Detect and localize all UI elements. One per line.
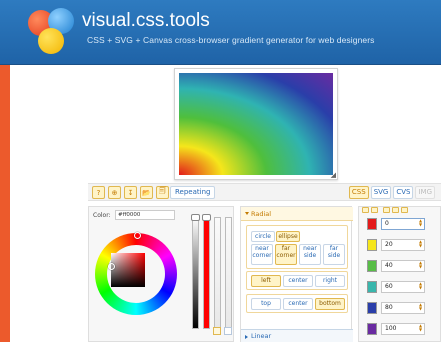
- color-picker-panel: Color: #ff0000: [88, 206, 234, 342]
- size-near-side[interactable]: near side: [299, 244, 321, 265]
- shape-ellipse[interactable]: ellipse: [276, 231, 300, 242]
- size-far-corner-line2: corner: [276, 252, 296, 259]
- size-near-corner[interactable]: near corner: [251, 244, 273, 265]
- stops-toolbar: [362, 207, 408, 213]
- vertical-position-group: top center bottom: [246, 294, 348, 313]
- size-far-side-line1: far: [329, 245, 339, 252]
- stops-remove-icon[interactable]: [371, 207, 378, 213]
- stops-tool3-icon[interactable]: [401, 207, 408, 213]
- stops-tool2-icon[interactable]: [392, 207, 399, 213]
- position-center-v[interactable]: center: [283, 298, 313, 310]
- position-right[interactable]: right: [315, 275, 345, 287]
- size-far-side[interactable]: far side: [323, 244, 345, 265]
- gradient-preview: [179, 73, 333, 175]
- color-hex-input[interactable]: #ff0000: [115, 210, 175, 220]
- hue-slider[interactable]: [203, 217, 210, 329]
- size-near-side-line1: near: [303, 245, 317, 252]
- stop-swatch[interactable]: [367, 302, 377, 314]
- expand-right-icon: [245, 335, 248, 339]
- logo: [28, 8, 76, 56]
- stop-position-slider[interactable]: [225, 217, 232, 329]
- stop-swatch[interactable]: [367, 260, 377, 272]
- lightness-handle[interactable]: [191, 214, 200, 221]
- new-button[interactable]: ⊕: [108, 186, 121, 199]
- radial-section-header[interactable]: Radial: [241, 207, 353, 221]
- linear-section-header[interactable]: Linear: [241, 329, 353, 342]
- gradient-type-panel: Radial circle ellipse near corner far co…: [240, 206, 353, 342]
- position-bottom[interactable]: bottom: [315, 298, 345, 310]
- open-button[interactable]: 📂: [140, 186, 153, 199]
- size-near-corner-line2: corner: [252, 252, 272, 259]
- stops-tool1-icon[interactable]: [383, 207, 390, 213]
- hue-wheel[interactable]: [95, 232, 177, 315]
- tab-cvs[interactable]: CVS: [393, 186, 414, 199]
- copy-button[interactable]: 🗐: [156, 186, 169, 199]
- site-title[interactable]: visual.css.tools: [82, 10, 210, 32]
- editor-toolbar: ? ⊕ ↧ 📂 🗐 Repeating CSS SVG CVS IMG: [88, 183, 441, 201]
- color-stops-panel: 0 ▲▼ 20 ▲▼ 40 ▲▼ 60 ▲▼ 80 ▲▼ 100 ▲▼: [358, 206, 441, 342]
- radial-title: Radial: [251, 210, 272, 218]
- shape-size-group: circle ellipse near corner far corner ne…: [246, 225, 348, 269]
- size-near-corner-line1: near: [255, 245, 269, 252]
- repeating-toggle[interactable]: Repeating: [170, 186, 216, 199]
- lightness-slider[interactable]: [192, 217, 199, 329]
- saturation-marker[interactable]: [108, 263, 115, 270]
- output-tabs: CSS SVG CVS IMG: [348, 186, 435, 199]
- opacity-toggle[interactable]: [213, 327, 221, 335]
- site-tagline: CSS + SVG + Canvas cross-browser gradien…: [87, 35, 375, 45]
- opacity-slider[interactable]: [214, 217, 221, 329]
- help-button[interactable]: ?: [92, 186, 105, 199]
- stop-swatch[interactable]: [367, 281, 377, 293]
- logo-yellow-circle-icon: [38, 28, 64, 54]
- resize-grip-icon[interactable]: ◢: [331, 171, 336, 179]
- hue-handle[interactable]: [202, 214, 211, 221]
- position-top[interactable]: top: [251, 298, 281, 310]
- size-near-side-line2: side: [303, 252, 317, 259]
- shape-circle[interactable]: circle: [251, 231, 275, 242]
- tab-svg[interactable]: SVG: [370, 186, 392, 199]
- saturation-value-box[interactable]: [111, 253, 145, 287]
- tab-css[interactable]: CSS: [348, 186, 369, 199]
- position-center-h[interactable]: center: [283, 275, 313, 287]
- position-toggle[interactable]: [224, 327, 232, 335]
- linear-title: Linear: [251, 332, 272, 340]
- size-far-corner[interactable]: far corner: [275, 244, 297, 265]
- download-button[interactable]: ↧: [124, 186, 137, 199]
- position-left[interactable]: left: [251, 275, 281, 287]
- site-header: visual.css.tools CSS + SVG + Canvas cros…: [0, 0, 441, 65]
- hue-marker[interactable]: [134, 232, 141, 239]
- tab-img[interactable]: IMG: [415, 186, 435, 199]
- size-far-side-line2: side: [327, 252, 341, 259]
- stops-add-icon[interactable]: [362, 207, 369, 213]
- gradient-preview-frame: ◢: [174, 68, 338, 180]
- horizontal-position-group: left center right: [246, 271, 348, 290]
- stop-swatch[interactable]: [367, 218, 377, 230]
- color-label: Color:: [93, 212, 111, 219]
- size-far-corner-line1: far: [281, 245, 291, 252]
- stop-swatch[interactable]: [367, 323, 377, 335]
- stop-swatch[interactable]: [367, 239, 377, 251]
- expand-down-icon: [245, 212, 249, 215]
